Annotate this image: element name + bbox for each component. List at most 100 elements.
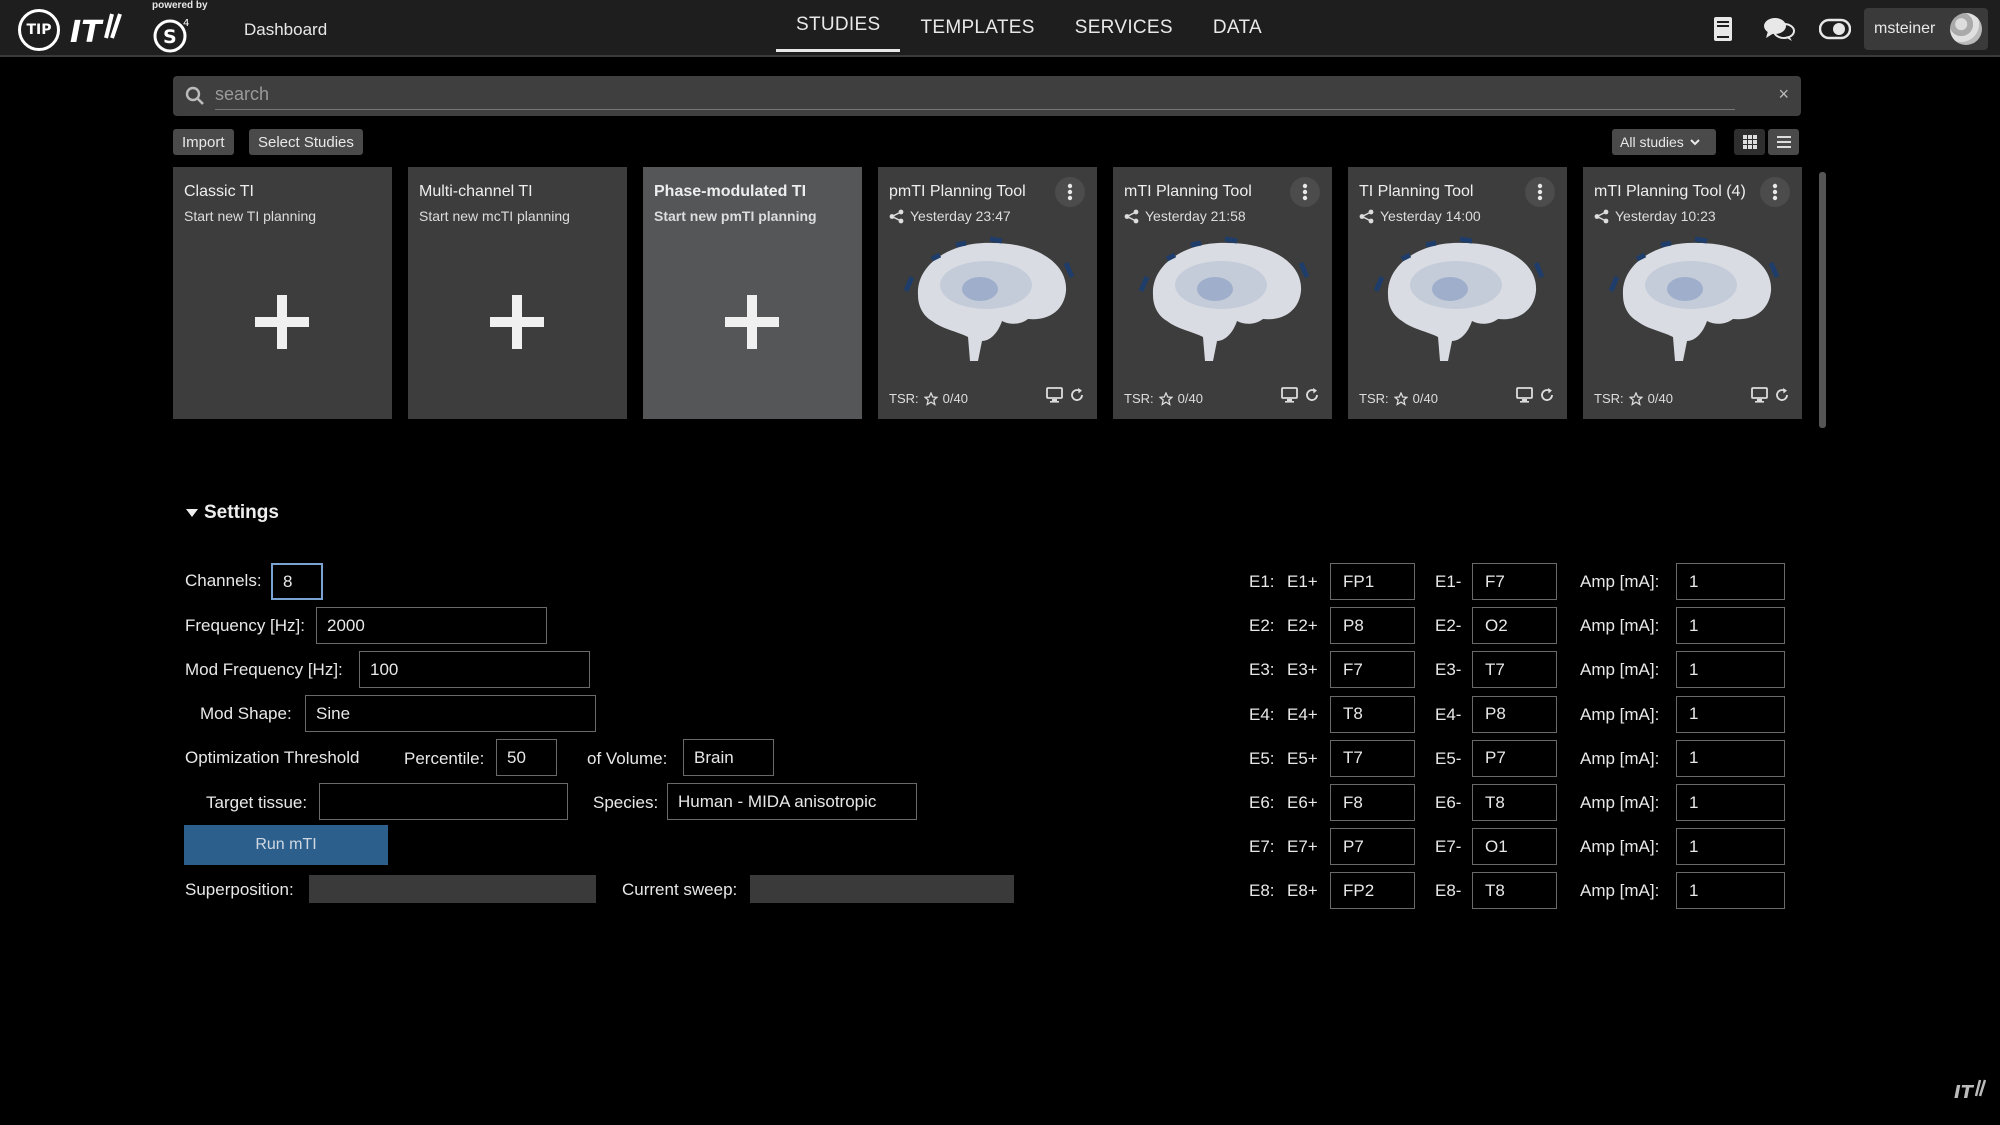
amp-input[interactable]: 1 — [1676, 607, 1785, 645]
studies-filter-value: All studies — [1620, 134, 1684, 150]
theme-toggle-icon[interactable] — [1812, 14, 1858, 44]
percentile-input[interactable]: 50 — [496, 739, 557, 776]
grid-view-button[interactable] — [1734, 129, 1765, 155]
electrode-minus-input[interactable]: T8 — [1472, 872, 1557, 910]
electrode-plus-input[interactable]: T8 — [1330, 695, 1415, 733]
settings-toggle[interactable]: Settings — [186, 502, 279, 524]
electrode-minus-input[interactable]: O2 — [1472, 607, 1557, 645]
electrode-plus-input[interactable]: F7 — [1330, 651, 1415, 689]
electrode-label: E1: — [1249, 572, 1275, 591]
amp-input[interactable]: 1 — [1676, 784, 1785, 821]
tsr-rating: TSR: 0/40 — [889, 391, 968, 406]
electrode-plus-input[interactable]: P7 — [1330, 828, 1415, 866]
star-icon[interactable] — [923, 391, 938, 406]
study-card[interactable]: mTI Planning Tool Yesterday 21:58 TSR: 0… — [1113, 167, 1332, 419]
channels-label: Channels: — [185, 571, 262, 590]
template-card-classic-ti[interactable]: Classic TI Start new TI planning — [173, 167, 392, 419]
more-options-icon[interactable] — [1290, 177, 1320, 207]
study-card[interactable]: mTI Planning Tool (4) Yesterday 10:23 TS… — [1583, 167, 1802, 419]
electrode-plus-input[interactable]: FP2 — [1330, 872, 1415, 910]
card-title: mTI Planning Tool — [1124, 183, 1252, 200]
chevron-down-icon — [1690, 139, 1700, 146]
tip-logo[interactable]: TIP — [18, 9, 60, 51]
studies-filter-dropdown[interactable]: All studies — [1612, 129, 1716, 155]
amp-label: Amp [mA]: — [1580, 572, 1660, 591]
template-card-phase-modulated-ti[interactable]: Phase-modulated TI Start new pmTI planni… — [643, 167, 862, 419]
clear-search-icon[interactable]: × — [1778, 84, 1789, 105]
mod-frequency-input[interactable]: 100 — [359, 651, 590, 688]
electrode-minus-input[interactable]: T7 — [1472, 651, 1557, 689]
nav-studies[interactable]: STUDIES — [776, 0, 901, 52]
nav-templates[interactable]: TEMPLATES — [900, 0, 1054, 55]
amp-input[interactable]: 1 — [1676, 563, 1785, 600]
electrode-minus-input[interactable]: P7 — [1472, 739, 1557, 777]
more-options-icon[interactable] — [1055, 177, 1085, 207]
refresh-icon[interactable] — [1539, 387, 1555, 403]
monitor-icon[interactable] — [1281, 387, 1298, 403]
cards-scrollbar[interactable] — [1819, 172, 1826, 428]
plus-icon — [255, 295, 309, 349]
chat-icon[interactable] — [1756, 14, 1802, 44]
electrode-label: E5: — [1249, 748, 1275, 768]
electrode-plus-input[interactable]: P8 — [1330, 607, 1415, 645]
card-actions — [1046, 387, 1085, 403]
monitor-icon[interactable] — [1751, 387, 1768, 403]
monitor-icon[interactable] — [1046, 387, 1063, 403]
select-studies-button[interactable]: Select Studies — [249, 129, 363, 155]
volume-select[interactable]: Brain — [683, 739, 774, 776]
more-options-icon[interactable] — [1525, 177, 1555, 207]
study-card[interactable]: pmTI Planning Tool Yesterday 23:47 TSR: … — [878, 167, 1097, 419]
search-input[interactable] — [215, 80, 1735, 110]
card-date: Yesterday 14:00 — [1380, 208, 1481, 224]
electrode-plus-input[interactable]: T7 — [1330, 739, 1415, 777]
electrode-plus-input[interactable]: F8 — [1330, 784, 1415, 821]
refresh-icon[interactable] — [1774, 387, 1790, 403]
monitor-icon[interactable] — [1516, 387, 1533, 403]
amp-input[interactable]: 1 — [1676, 872, 1785, 910]
star-icon[interactable] — [1393, 391, 1408, 406]
tsr-label: TSR: — [1359, 391, 1389, 406]
dashboard-link[interactable]: Dashboard — [244, 20, 327, 40]
brain-thumbnail — [903, 236, 1075, 361]
list-view-button[interactable] — [1768, 129, 1799, 155]
user-menu[interactable]: msteiner — [1864, 8, 1988, 50]
amp-input[interactable]: 1 — [1676, 695, 1785, 733]
electrode-plus-input[interactable]: FP1 — [1330, 563, 1415, 600]
refresh-icon[interactable] — [1069, 387, 1085, 403]
mod-shape-select[interactable]: Sine — [305, 695, 596, 732]
card-title: mTI Planning Tool (4) — [1594, 183, 1746, 200]
tsr-label: TSR: — [1594, 391, 1624, 406]
electrode-minus-label: E3- — [1435, 660, 1462, 680]
nav-services[interactable]: SERVICES — [1055, 0, 1193, 55]
target-tissue-label: Target tissue: — [206, 793, 308, 812]
template-card-multichannel-ti[interactable]: Multi-channel TI Start new mcTI planning — [408, 167, 627, 419]
electrode-plus-label: E5+ — [1287, 748, 1318, 768]
electrode-minus-input[interactable]: T8 — [1472, 784, 1557, 821]
study-card[interactable]: TI Planning Tool Yesterday 14:00 TSR: 0/… — [1348, 167, 1567, 419]
import-button[interactable]: Import — [173, 129, 234, 155]
amp-input[interactable]: 1 — [1676, 651, 1785, 689]
channels-input[interactable]: 8 — [271, 563, 323, 600]
amp-label: Amp [mA]: — [1580, 837, 1660, 857]
superposition-progress — [309, 875, 596, 903]
electrode-minus-input[interactable]: F7 — [1472, 563, 1557, 600]
refresh-icon[interactable] — [1304, 387, 1320, 403]
nav-data[interactable]: DATA — [1193, 0, 1282, 55]
target-tissue-input[interactable] — [319, 783, 568, 820]
amp-input[interactable]: 1 — [1676, 739, 1785, 777]
run-mti-button[interactable]: Run mTI — [184, 825, 388, 865]
electrode-minus-input[interactable]: O1 — [1472, 828, 1557, 866]
star-icon[interactable] — [1628, 391, 1643, 406]
search-icon — [185, 86, 204, 105]
frequency-input[interactable]: 2000 — [316, 607, 547, 644]
more-options-icon[interactable] — [1760, 177, 1790, 207]
svg-text:S: S — [163, 26, 177, 48]
star-icon[interactable] — [1158, 391, 1173, 406]
amp-label: Amp [mA]: — [1580, 616, 1660, 636]
manual-book-icon[interactable] — [1700, 14, 1746, 44]
species-select[interactable]: Human - MIDA anisotropic — [667, 783, 917, 820]
svg-text:4: 4 — [183, 18, 189, 29]
electrode-minus-input[interactable]: P8 — [1472, 695, 1557, 733]
amp-label: Amp [mA]: — [1580, 793, 1660, 812]
amp-input[interactable]: 1 — [1676, 828, 1785, 866]
